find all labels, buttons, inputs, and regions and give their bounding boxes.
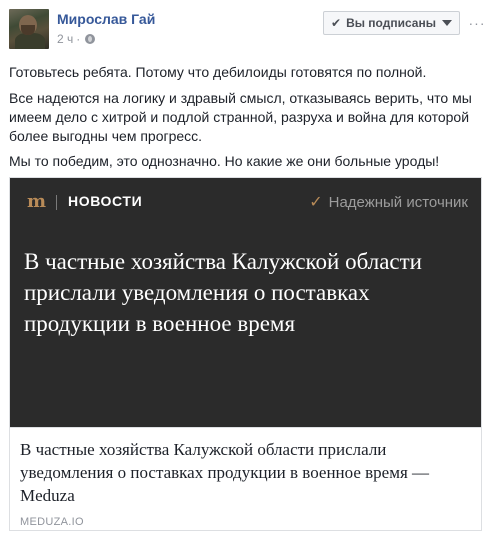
image-headline: В частные хозяйства Калужской области пр… bbox=[24, 249, 422, 336]
facebook-post: Мирослав Гай 2 ч · ✔ Вы подписаны ··· Го… bbox=[0, 0, 491, 537]
divider bbox=[56, 195, 57, 210]
post-meta: 2 ч · bbox=[57, 32, 96, 46]
more-options-icon[interactable]: ··· bbox=[469, 12, 485, 34]
trusted-source-label: Надежный источник bbox=[328, 193, 468, 211]
trusted-source-badge: ✓ Надежный источник bbox=[309, 192, 468, 212]
link-preview-card[interactable]: m НОВОСТИ ✓ Надежный источник В частные … bbox=[9, 177, 482, 531]
link-title[interactable]: В частные хозяйства Калужской области пр… bbox=[20, 438, 470, 507]
check-icon: ✓ bbox=[309, 194, 323, 211]
post-timestamp[interactable]: 2 ч bbox=[57, 32, 73, 46]
chevron-down-icon bbox=[442, 20, 452, 26]
meduza-logo: m bbox=[27, 191, 46, 212]
link-domain: MEDUZA.IO bbox=[20, 516, 84, 528]
subscribed-label: Вы подписаны bbox=[346, 16, 436, 30]
post-paragraph: Все надеются на логику и здравый смысл, … bbox=[9, 90, 472, 144]
author-avatar[interactable] bbox=[9, 9, 49, 49]
link-preview-caption[interactable]: В частные хозяйства Калужской области пр… bbox=[10, 427, 481, 530]
globe-icon[interactable] bbox=[85, 34, 96, 44]
post-paragraph: Готовьтесь ребята. Потому что дебилоиды … bbox=[9, 64, 427, 80]
section-label: НОВОСТИ bbox=[68, 193, 143, 209]
check-icon: ✔ bbox=[331, 16, 342, 30]
author-name[interactable]: Мирослав Гай bbox=[57, 11, 155, 27]
subscribed-button[interactable]: ✔ Вы подписаны bbox=[323, 11, 460, 35]
link-preview-image[interactable]: m НОВОСТИ ✓ Надежный источник В частные … bbox=[10, 178, 481, 427]
post-paragraph: Мы то победим, это однозначно. Но какие … bbox=[9, 153, 440, 169]
